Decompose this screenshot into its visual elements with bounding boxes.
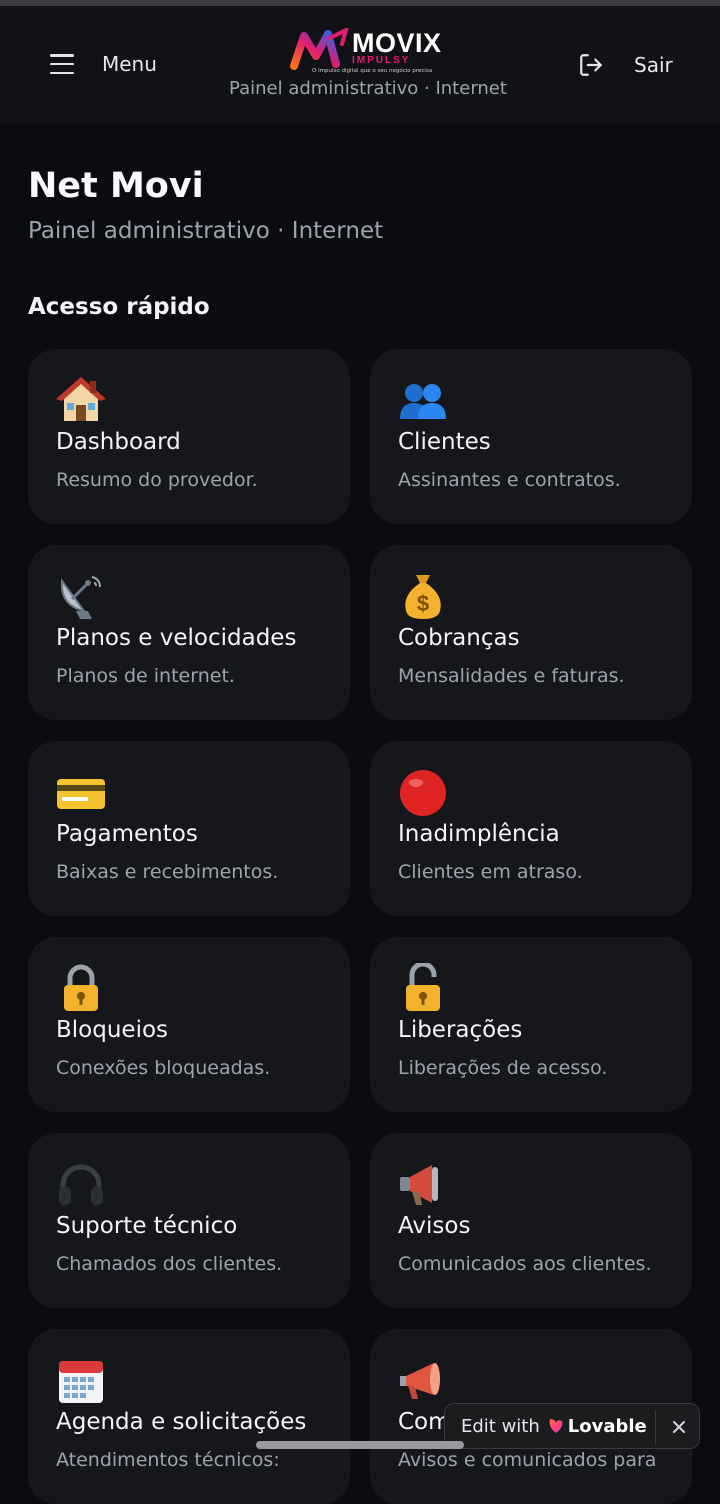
card-desc: Resumo do provedor. — [56, 469, 258, 491]
page-title: Net Movi — [28, 166, 204, 206]
app-header: Menu MOVIX IMPULSY O impulso digital que… — [0, 6, 720, 124]
card-title: Clientes — [398, 429, 491, 455]
menu-label: Menu — [102, 52, 157, 76]
card-desc: Mensalidades e faturas. — [398, 665, 625, 687]
card-clientes[interactable]: Clientes Assinantes e contratos. — [370, 349, 692, 524]
megaphone-icon — [400, 1363, 440, 1399]
satellite-dish-icon — [60, 576, 101, 619]
card-title: Dashboard — [56, 429, 181, 455]
badge-divider — [655, 1410, 656, 1444]
card-desc: Planos de internet. — [56, 665, 235, 687]
svg-text:$: $ — [417, 591, 429, 616]
hamburger-icon — [50, 54, 74, 74]
card-title: Inadimplência — [398, 821, 560, 847]
card-title: Pagamentos — [56, 821, 198, 847]
home-indicator[interactable] — [256, 1441, 464, 1449]
logout-label: Sair — [634, 53, 673, 77]
calendar-icon — [59, 1361, 103, 1403]
page-subtitle: Painel administrativo · Internet — [28, 218, 384, 244]
card-desc: Assinantes e contratos. — [398, 469, 621, 491]
card-suporte[interactable]: Suporte técnico Chamados dos clientes. — [28, 1133, 350, 1308]
lovable-badge: Edit with Lovable — [444, 1403, 700, 1449]
unlock-icon — [406, 963, 440, 1011]
card-desc: Baixas e recebimentos. — [56, 861, 279, 883]
people-icon — [400, 384, 446, 419]
logo-tagline: O impulso digital que o seu negócio prec… — [312, 68, 433, 74]
card-dashboard[interactable]: Dashboard Resumo do provedor. — [28, 349, 350, 524]
lock-icon — [64, 964, 98, 1011]
logout-button[interactable]: Sair — [578, 52, 673, 78]
money-bag-icon: $ — [405, 575, 441, 619]
logo-mark-icon — [290, 28, 349, 70]
logout-icon — [580, 54, 602, 76]
card-title: Avisos — [398, 1213, 471, 1239]
card-title: Suporte técnico — [56, 1213, 238, 1239]
lovable-brand-label: Lovable — [567, 1415, 647, 1437]
red-circle-icon — [400, 770, 446, 816]
card-cobrancas[interactable]: $ Cobranças Mensalidades e faturas. — [370, 545, 692, 720]
card-desc: Chamados dos clientes. — [56, 1253, 283, 1275]
card-desc: Clientes em atraso. — [398, 861, 583, 883]
card-bloqueios[interactable]: Bloqueios Conexões bloqueadas. — [28, 937, 350, 1112]
card-title: Cobranças — [398, 625, 520, 651]
card-desc: Conexões bloqueadas. — [56, 1057, 271, 1079]
edit-with-label: Edit with — [461, 1415, 540, 1437]
card-desc: Comunicados aos clientes. — [398, 1253, 652, 1275]
section-title: Acesso rápido — [28, 294, 210, 320]
headphones-icon — [59, 1164, 103, 1205]
lovable-heart-icon — [549, 1419, 563, 1433]
card-title: Agenda e solicitações — [56, 1409, 307, 1435]
card-title: Planos e velocidades — [56, 625, 297, 651]
edit-with-lovable-button[interactable]: Edit with Lovable — [445, 1416, 647, 1437]
card-agenda[interactable]: Agenda e solicitações Atendimentos técni… — [28, 1329, 350, 1504]
logo-sub: IMPULSY — [352, 55, 411, 66]
card-planos[interactable]: Planos e velocidades Planos de internet. — [28, 545, 350, 720]
close-icon[interactable] — [667, 1415, 691, 1439]
card-avisos[interactable]: Avisos Comunicados aos clientes. — [370, 1133, 692, 1308]
card-title: Bloqueios — [56, 1017, 169, 1043]
card-desc: Liberações de acesso. — [398, 1057, 608, 1079]
house-icon — [56, 377, 106, 421]
loudspeaker-icon — [400, 1165, 438, 1205]
credit-card-icon — [57, 779, 105, 809]
header-subtitle: Painel administrativo · Internet — [229, 78, 507, 99]
menu-button[interactable]: Menu — [50, 48, 157, 80]
card-inadimplencia[interactable]: Inadimplência Clientes em atraso. — [370, 741, 692, 916]
card-title: Liberações — [398, 1017, 523, 1043]
card-pagamentos[interactable]: Pagamentos Baixas e recebimentos. — [28, 741, 350, 916]
lovable-brand: Lovable — [548, 1416, 647, 1437]
brand-logo: MOVIX IMPULSY O impulso digital que o se… — [290, 26, 450, 78]
card-liberacoes[interactable]: Liberações Liberações de acesso. — [370, 937, 692, 1112]
